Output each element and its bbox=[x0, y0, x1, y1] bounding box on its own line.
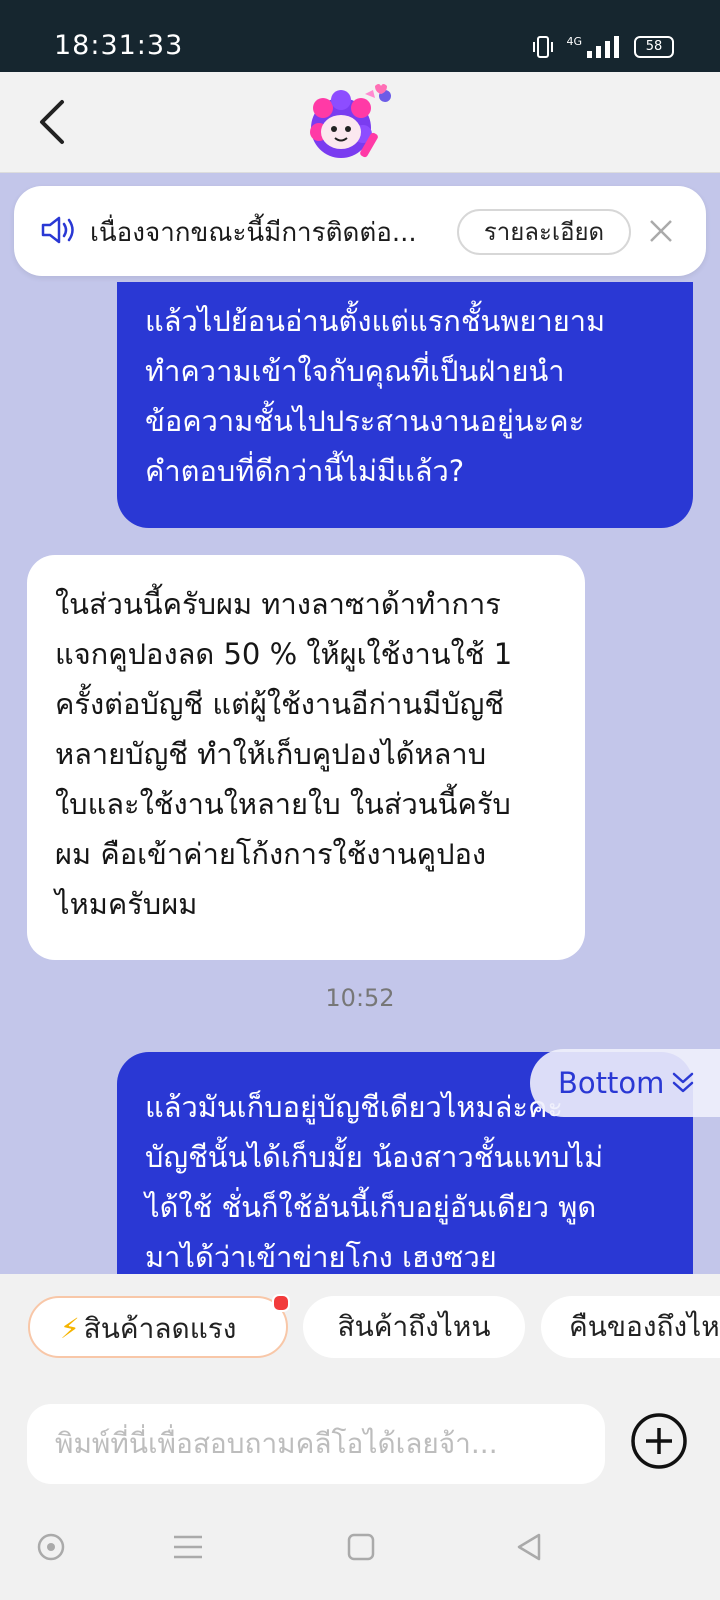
close-icon[interactable] bbox=[648, 218, 674, 244]
message-line: หลายบัญชี ทำให้เก็บคูปองได้หลาบ bbox=[55, 737, 487, 771]
double-chevron-down-icon bbox=[673, 1072, 694, 1093]
scroll-to-bottom-button[interactable]: Bottom bbox=[530, 1049, 720, 1117]
network-type: 4G bbox=[566, 35, 582, 48]
signal-icon bbox=[587, 36, 619, 58]
scroll-button-label: Bottom bbox=[558, 1066, 665, 1100]
chat-header bbox=[0, 72, 720, 173]
notice-text: เนื่องจากขณะนี้มีการติดต่อ... bbox=[90, 218, 417, 248]
quick-reply-chip[interactable]: สินค้าถึงไหน bbox=[303, 1296, 525, 1358]
message-line: ใบและใช้งานใหลายใบ ในส่วนนี้ครับ bbox=[55, 787, 511, 821]
chevron-left-icon[interactable] bbox=[34, 96, 74, 148]
message-line: บัญชีนั้นได้เก็บมั้ย น้องสาวชั้นแทบไม่ bbox=[145, 1140, 604, 1174]
notice-banner: เนื่องจากขณะนี้มีการติดต่อ... รายละเอียด bbox=[14, 186, 706, 276]
status-bar: 18:31:33 4G 58 bbox=[0, 0, 720, 72]
message-line: แล้วไปย้อนอ่านตั้งแต่แรกชั้นพยายาม bbox=[145, 304, 606, 338]
message-line: ข้อความชั้นไปประสานงานอยู่นะคะ bbox=[145, 404, 585, 438]
message-line: มาได้ว่าเข้าข่ายโกง เฮงซวย bbox=[145, 1240, 497, 1274]
message-line: คำตอบที่ดีกว่านี้ไม่มีแล้ว? bbox=[145, 454, 465, 488]
quick-reply-chip[interactable]: คืนของถึงไห bbox=[541, 1296, 720, 1358]
input-bar: พิมพ์ที่นี่เพื่อสอบถามคลีโอได้เลยจ้า... bbox=[0, 1374, 720, 1500]
nav-home-dot-icon[interactable] bbox=[36, 1532, 66, 1562]
speaker-icon bbox=[41, 216, 74, 244]
message-line: แจกคูปองลด 50 % ให้ผูเใช้งานใช้ 1 bbox=[55, 637, 513, 671]
back-triangle-icon[interactable] bbox=[514, 1532, 544, 1562]
message-input[interactable]: พิมพ์ที่นี่เพื่อสอบถามคลีโอได้เลยจ้า... bbox=[27, 1404, 605, 1484]
notification-dot bbox=[272, 1294, 290, 1312]
plus-icon[interactable] bbox=[630, 1412, 688, 1470]
status-icons: 4G 58 bbox=[530, 35, 674, 59]
message-line: ผม คือเข้าค่ายโก้งการใช้งานคูปอง bbox=[55, 837, 487, 871]
chat-area[interactable]: เนื่องจากขณะนี้มีการติดต่อ... รายละเอียด… bbox=[0, 172, 720, 1274]
lightning-icon: ⚡ bbox=[60, 1312, 80, 1345]
message-timestamp: 10:52 bbox=[325, 984, 395, 1012]
chip-label: สินค้าลดแรง bbox=[83, 1312, 237, 1345]
message-line: ครั้งต่อบัญชี แต่ผู้ใช้งานอีก่านมีบัญชี bbox=[55, 687, 505, 721]
message-line: ในส่วนนี้ครับผม ทางลาซาด้าทำการ bbox=[55, 587, 501, 621]
quick-reply-chip[interactable]: ⚡ สินค้าลดแรง bbox=[28, 1294, 290, 1358]
vibrate-icon bbox=[533, 36, 554, 58]
menu-icon[interactable] bbox=[172, 1532, 204, 1562]
system-nav-bar bbox=[0, 1500, 720, 1600]
bot-message: ในส่วนนี้ครับผม ทางลาซาด้าทำการ แจกคูปอง… bbox=[27, 555, 585, 960]
detail-button[interactable]: รายละเอียด bbox=[457, 209, 631, 255]
recents-icon[interactable] bbox=[346, 1532, 376, 1562]
quick-reply-bar: ⚡ สินค้าลดแรง สินค้าถึงไหน คืนของถึงไห bbox=[0, 1274, 720, 1374]
status-time: 18:31:33 bbox=[54, 30, 184, 61]
message-line: ทำความเข้าใจกับคุณที่เป็นฝ่ายนำ bbox=[145, 354, 565, 388]
battery-indicator: 58 bbox=[634, 36, 674, 58]
message-line: ไหมครับผม bbox=[55, 887, 198, 921]
user-message: แล้วไปย้อนอ่านตั้งแต่แรกชั้นพยายาม ทำควา… bbox=[117, 282, 693, 528]
mascot-logo-icon bbox=[310, 84, 391, 158]
message-line: ได้ใช้ ชั่นก็ใช้อันนี้เก็บอยู่อันเดียว พ… bbox=[145, 1190, 597, 1224]
